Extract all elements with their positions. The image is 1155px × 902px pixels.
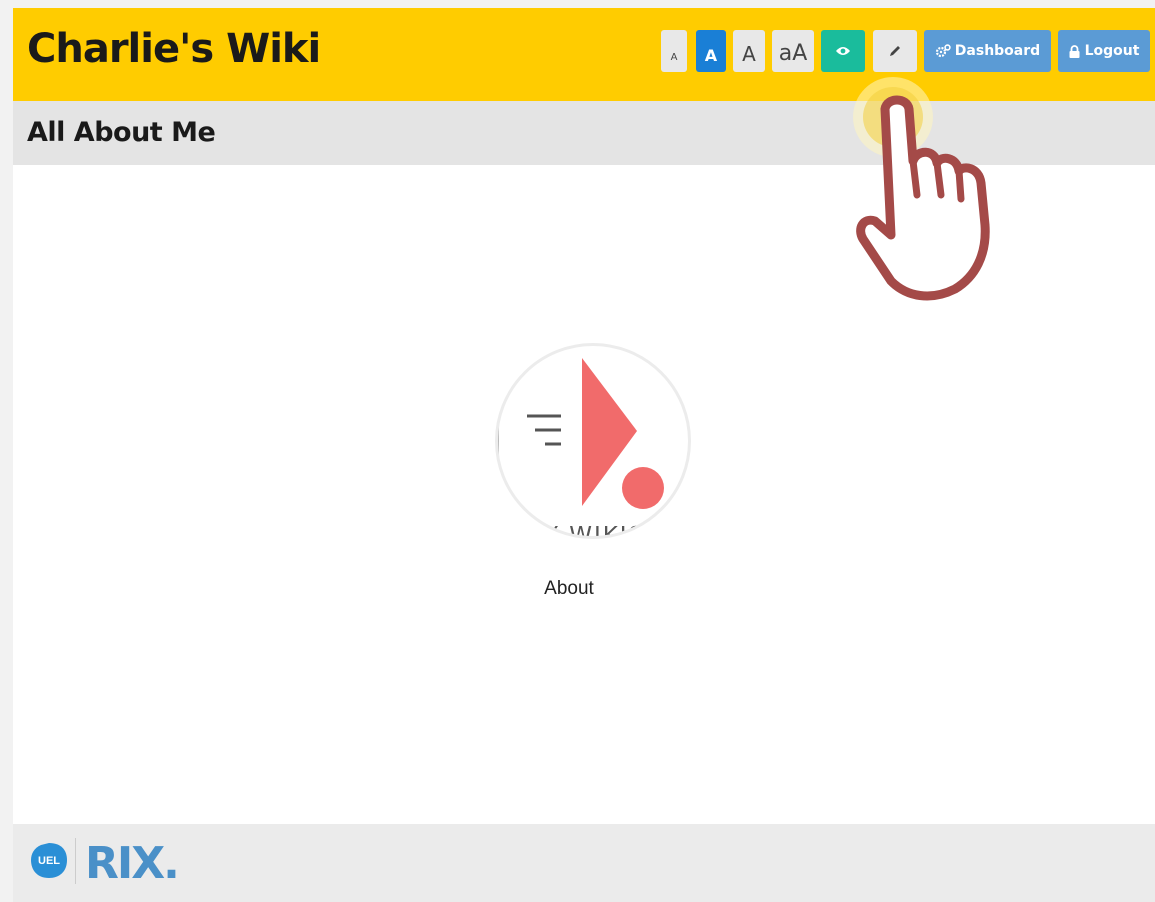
dashboard-label: Dashboard (954, 43, 1041, 59)
site-title: Charlie's Wiki (27, 26, 321, 72)
uel-logo-text: UEL (38, 855, 60, 867)
about-label[interactable]: About (509, 578, 629, 600)
text-size-toggle-label: aA (778, 40, 808, 66)
lock-icon (1069, 44, 1080, 58)
text-size-toggle-button[interactable]: aA (772, 30, 814, 72)
logout-label: Logout (1084, 43, 1140, 59)
text-size-large-button[interactable]: A (733, 30, 765, 72)
text-size-large-label: A (742, 42, 756, 66)
my-wikis-logo-text: MY WIKIS (522, 523, 645, 536)
text-size-small-label: A (670, 51, 678, 63)
text-size-small-button[interactable]: A (661, 30, 687, 72)
footer-divider (75, 838, 76, 884)
my-wikis-logo-graphic: MY WIKIS (498, 358, 664, 536)
uel-logo: UEL (31, 843, 67, 878)
rix-logo-text: RIX. (85, 838, 180, 889)
rix-logo: RIX. (85, 838, 180, 889)
logout-button[interactable]: Logout (1058, 30, 1150, 72)
text-size-medium-button[interactable]: A (696, 30, 726, 72)
dashboard-button[interactable]: Dashboard (924, 30, 1051, 72)
view-button[interactable] (821, 30, 865, 72)
edit-button[interactable] (873, 30, 917, 72)
cogs-icon (935, 44, 951, 58)
text-size-medium-label: A (704, 45, 718, 65)
eye-icon (836, 47, 850, 55)
pencil-icon (890, 46, 900, 56)
footer: UEL RIX. (13, 824, 1155, 902)
hand-pointer-icon (853, 77, 990, 301)
page-title: All About Me (27, 117, 216, 148)
my-wikis-logo[interactable]: MY WIKIS (495, 343, 691, 539)
